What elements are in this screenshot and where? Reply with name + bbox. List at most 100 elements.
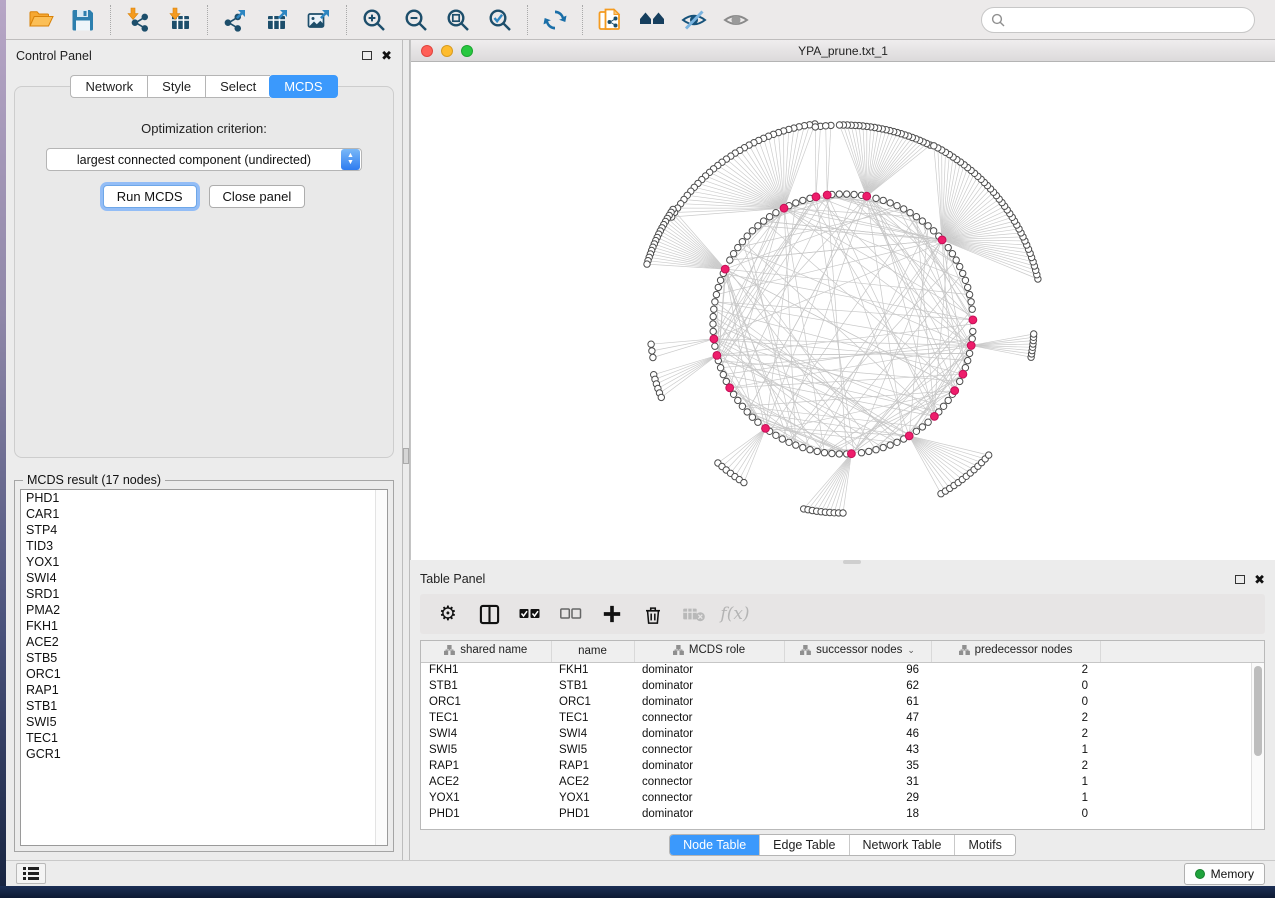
float-panel-icon[interactable] bbox=[1235, 575, 1245, 584]
tab-motifs[interactable]: Motifs bbox=[955, 835, 1014, 855]
mcds-result-item[interactable]: CAR1 bbox=[21, 506, 387, 522]
import-table-icon bbox=[167, 7, 193, 33]
table-row[interactable]: ORC1ORC1dominator610 bbox=[421, 694, 1264, 710]
table-row[interactable]: TEC1TEC1connector472 bbox=[421, 710, 1264, 726]
splitter-grip[interactable] bbox=[843, 560, 861, 564]
table-row[interactable]: PHD1PHD1dominator180 bbox=[421, 806, 1264, 822]
task-history-button[interactable] bbox=[16, 863, 46, 884]
memory-status-icon bbox=[1195, 869, 1205, 879]
vertical-splitter[interactable] bbox=[402, 40, 410, 860]
mcds-result-item[interactable]: RAP1 bbox=[21, 682, 387, 698]
search-input[interactable] bbox=[1011, 13, 1245, 27]
close-panel-button[interactable]: Close panel bbox=[209, 185, 306, 208]
column-header-successor-nodes[interactable]: successor nodes⌄ bbox=[784, 641, 931, 662]
deselect-all-button[interactable] bbox=[559, 602, 583, 626]
mcds-result-item[interactable]: YOX1 bbox=[21, 554, 387, 570]
table-row[interactable]: SWI5SWI5connector431 bbox=[421, 742, 1264, 758]
save-button[interactable] bbox=[69, 6, 97, 34]
delete-button[interactable] bbox=[641, 602, 665, 626]
export-table-button[interactable] bbox=[263, 6, 291, 34]
attribute-type-icon bbox=[959, 645, 970, 655]
mcds-result-item[interactable]: TID3 bbox=[21, 538, 387, 554]
mcds-result-item[interactable]: GCR1 bbox=[21, 746, 387, 762]
mcds-result-item[interactable]: STB5 bbox=[21, 650, 387, 666]
columns-button[interactable] bbox=[477, 602, 501, 626]
table-scrollbar[interactable] bbox=[1251, 663, 1264, 829]
network-graph[interactable] bbox=[411, 62, 1275, 560]
mcds-result-item[interactable]: SRD1 bbox=[21, 586, 387, 602]
first-neighbors-button[interactable] bbox=[638, 6, 666, 34]
tab-select[interactable]: Select bbox=[205, 75, 270, 98]
mcds-result-list[interactable]: PHD1CAR1STP4TID3YOX1SWI4SRD1PMA2FKH1ACE2… bbox=[20, 489, 388, 846]
table-panel-title: Table Panel bbox=[420, 572, 485, 586]
add-button[interactable] bbox=[600, 602, 624, 626]
tab-edge-table[interactable]: Edge Table bbox=[760, 835, 849, 855]
zoom-selected-icon bbox=[487, 7, 513, 33]
select-all-button[interactable] bbox=[518, 602, 542, 626]
zoom-fit-button[interactable] bbox=[444, 6, 472, 34]
table-row[interactable]: FKH1FKH1dominator962 bbox=[421, 662, 1264, 678]
close-panel-icon[interactable]: ✖ bbox=[1254, 573, 1265, 586]
mcds-result-item[interactable]: PHD1 bbox=[21, 490, 387, 506]
horizontal-splitter[interactable] bbox=[410, 560, 1275, 564]
splitter-grip[interactable] bbox=[403, 448, 409, 464]
mcds-result-item[interactable]: ACE2 bbox=[21, 634, 387, 650]
export-network-button[interactable] bbox=[221, 6, 249, 34]
tab-network[interactable]: Network bbox=[70, 75, 147, 98]
chevron-down-icon[interactable]: ⌄ bbox=[907, 645, 915, 656]
mcds-result-item[interactable]: STP4 bbox=[21, 522, 387, 538]
mcds-result-item[interactable]: ORC1 bbox=[21, 666, 387, 682]
export-table-icon bbox=[264, 7, 290, 33]
run-mcds-button[interactable]: Run MCDS bbox=[103, 185, 197, 208]
import-network-button[interactable] bbox=[124, 6, 152, 34]
function-button: f(x) bbox=[723, 602, 747, 626]
tab-style[interactable]: Style bbox=[147, 75, 205, 98]
main-toolbar bbox=[6, 0, 1275, 40]
scrollbar-thumb[interactable] bbox=[1254, 666, 1262, 756]
clone-network-button[interactable] bbox=[596, 6, 624, 34]
gear-button[interactable]: ⚙ bbox=[436, 602, 460, 626]
search-box[interactable] bbox=[981, 7, 1255, 33]
close-panel-icon[interactable]: ✖ bbox=[381, 49, 392, 62]
attribute-type-icon bbox=[444, 645, 455, 655]
table-row[interactable]: RAP1RAP1dominator352 bbox=[421, 758, 1264, 774]
mcds-result-item[interactable]: STB1 bbox=[21, 698, 387, 714]
refresh-button[interactable] bbox=[541, 6, 569, 34]
float-panel-icon[interactable] bbox=[362, 51, 372, 60]
network-canvas[interactable] bbox=[411, 62, 1275, 560]
mcds-result-item[interactable]: SWI4 bbox=[21, 570, 387, 586]
column-header-shared-name[interactable]: shared name bbox=[421, 641, 551, 662]
export-image-button[interactable] bbox=[305, 6, 333, 34]
mcds-result-item[interactable]: PMA2 bbox=[21, 602, 387, 618]
open-folder-icon bbox=[28, 7, 54, 33]
export-image-icon bbox=[306, 7, 332, 33]
table-row[interactable]: YOX1YOX1connector291 bbox=[421, 790, 1264, 806]
mcds-result-item[interactable]: TEC1 bbox=[21, 730, 387, 746]
tab-mcds[interactable]: MCDS bbox=[269, 75, 337, 98]
show-all-button[interactable] bbox=[722, 6, 750, 34]
dropdown-stepper-icon: ▲▼ bbox=[341, 149, 360, 170]
column-header-predecessor-nodes[interactable]: predecessor nodes bbox=[931, 641, 1100, 662]
network-titlebar[interactable]: YPA_prune.txt_1 bbox=[411, 40, 1275, 62]
tab-network-table[interactable]: Network Table bbox=[850, 835, 956, 855]
memory-button[interactable]: Memory bbox=[1184, 863, 1265, 885]
column-header-name[interactable]: name bbox=[551, 641, 634, 662]
mcds-result-item[interactable]: FKH1 bbox=[21, 618, 387, 634]
zoom-out-button[interactable] bbox=[402, 6, 430, 34]
table-row[interactable]: ACE2ACE2connector311 bbox=[421, 774, 1264, 790]
import-table-button[interactable] bbox=[166, 6, 194, 34]
open-folder-button[interactable] bbox=[27, 6, 55, 34]
column-header-MCDS-role[interactable]: MCDS role bbox=[634, 641, 784, 662]
tab-node-table[interactable]: Node Table bbox=[670, 835, 760, 855]
table-row[interactable]: STB1STB1dominator620 bbox=[421, 678, 1264, 694]
zoom-in-button[interactable] bbox=[360, 6, 388, 34]
mcds-result-item[interactable]: SWI5 bbox=[21, 714, 387, 730]
list-scrollbar[interactable] bbox=[375, 490, 387, 845]
zoom-selected-button[interactable] bbox=[486, 6, 514, 34]
table-row[interactable]: SWI4SWI4dominator462 bbox=[421, 726, 1264, 742]
node-table[interactable]: shared namenameMCDS rolesuccessor nodes⌄… bbox=[420, 640, 1265, 830]
hide-selected-button[interactable] bbox=[680, 6, 708, 34]
criterion-dropdown[interactable]: largest connected component (undirected)… bbox=[46, 148, 362, 171]
delete-table-icon bbox=[682, 605, 706, 623]
zoom-out-icon bbox=[403, 7, 429, 33]
